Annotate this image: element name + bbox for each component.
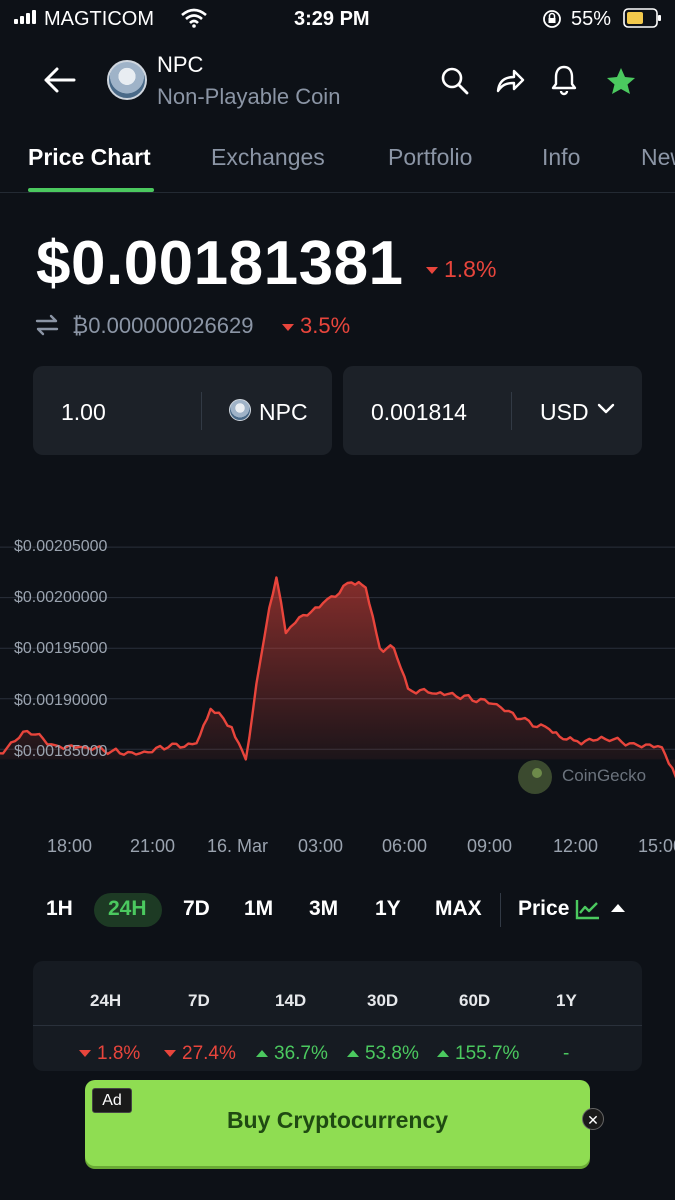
signal-icon bbox=[14, 10, 36, 24]
price-usd-change-value: 1.8% bbox=[444, 256, 497, 282]
caret-up-icon[interactable] bbox=[610, 903, 626, 913]
x-tick-label: 12:00 bbox=[553, 836, 599, 856]
price-usd-change: 1.8% bbox=[426, 256, 496, 283]
price-btc: ₿0.000000026629 bbox=[72, 313, 254, 338]
wifi-icon bbox=[181, 8, 207, 28]
x-tick-label: 21:00 bbox=[130, 836, 176, 856]
tab-news[interactable]: New bbox=[641, 144, 675, 171]
perf-value-text: 36.7% bbox=[274, 1043, 328, 1064]
coin-name: Non-Playable Coin bbox=[157, 84, 341, 109]
coin-logo bbox=[107, 60, 147, 100]
divider bbox=[500, 893, 501, 927]
timeframe-3m[interactable]: 3M bbox=[309, 897, 338, 921]
perf-header: 7D bbox=[188, 991, 210, 1010]
x-tick-label: 15:00 bbox=[638, 836, 675, 856]
converted-value: 0.001814 bbox=[371, 399, 467, 425]
perf-value-24h: 1.8% bbox=[79, 1043, 140, 1065]
chart-mode-toggle[interactable]: Price bbox=[518, 897, 569, 921]
perf-value-1y: - bbox=[563, 1043, 570, 1064]
chevron-down-icon[interactable] bbox=[597, 403, 615, 415]
timeframe-1y[interactable]: 1Y bbox=[375, 897, 401, 921]
close-icon[interactable]: ✕ bbox=[582, 1108, 604, 1130]
price-usd: $0.00181381 bbox=[36, 229, 404, 298]
tab-price-chart[interactable]: Price Chart bbox=[28, 144, 151, 171]
tab-news-clip: New bbox=[641, 140, 675, 180]
coingecko-watermark: CoinGecko bbox=[562, 766, 647, 785]
x-tick-label: 06:00 bbox=[382, 836, 428, 856]
perf-header: 24H bbox=[90, 991, 122, 1010]
favorite-star-icon[interactable] bbox=[606, 67, 636, 95]
perf-value-14d: 36.7% bbox=[256, 1043, 328, 1065]
tab-info[interactable]: Info bbox=[542, 144, 580, 171]
ad-cta[interactable]: Buy Cryptocurrency bbox=[85, 1107, 590, 1134]
battery-icon bbox=[623, 8, 661, 28]
perf-header: 30D bbox=[367, 991, 399, 1010]
line-chart-icon[interactable] bbox=[575, 898, 601, 920]
perf-value-text: 53.8% bbox=[365, 1043, 419, 1064]
swap-icon bbox=[35, 314, 59, 336]
share-icon[interactable] bbox=[495, 68, 525, 94]
perf-value-text: 27.4% bbox=[182, 1043, 236, 1064]
y-tick-label: $0.00190000 bbox=[14, 692, 108, 709]
x-tick-label: 09:00 bbox=[467, 836, 513, 856]
perf-value-text: 155.7% bbox=[455, 1043, 520, 1064]
status-bar: MAGTICOM 3:29 PM 55% bbox=[0, 0, 675, 38]
perf-header: 1Y bbox=[556, 991, 577, 1010]
converter-coin-symbol: NPC bbox=[259, 399, 308, 425]
y-tick-label: $0.00205000 bbox=[14, 538, 108, 555]
coin-small-icon bbox=[229, 399, 251, 421]
perf-header: 14D bbox=[275, 991, 307, 1010]
tab-divider bbox=[0, 192, 675, 193]
perf-value-60d: 155.7% bbox=[437, 1043, 519, 1065]
divider bbox=[201, 392, 202, 430]
converter-coin-box[interactable]: 1.00 NPC bbox=[33, 366, 332, 455]
timeframe-7d[interactable]: 7D bbox=[183, 897, 210, 921]
battery-percent: 55% bbox=[571, 8, 612, 30]
down-triangle-icon bbox=[79, 1050, 91, 1058]
rotation-lock-icon bbox=[543, 10, 561, 28]
coingecko-logo bbox=[518, 760, 552, 794]
price-btc-change-value: 3.5% bbox=[300, 313, 351, 338]
bell-icon[interactable] bbox=[550, 64, 578, 96]
timeframe-max[interactable]: MAX bbox=[435, 897, 482, 921]
timeframe-1m[interactable]: 1M bbox=[244, 897, 273, 921]
x-tick-label: 16. Mar bbox=[207, 836, 269, 856]
y-tick-label: $0.00195000 bbox=[14, 640, 108, 657]
y-tick-label: $0.00200000 bbox=[14, 589, 108, 606]
coin-symbol: NPC bbox=[157, 52, 204, 77]
carrier-name: MAGTICOM bbox=[44, 8, 154, 30]
divider bbox=[33, 1025, 642, 1026]
perf-value-30d: 53.8% bbox=[347, 1043, 419, 1065]
x-tick-label: 03:00 bbox=[298, 836, 344, 856]
x-tick-label: 18:00 bbox=[47, 836, 93, 856]
currency-select[interactable]: USD bbox=[540, 399, 589, 426]
tab-portfolio[interactable]: Portfolio bbox=[388, 144, 472, 171]
up-triangle-icon bbox=[347, 1050, 359, 1058]
amount-input[interactable]: 1.00 bbox=[61, 399, 106, 426]
price-btc-change: 3.5% bbox=[282, 313, 350, 339]
divider bbox=[511, 392, 512, 430]
converter-currency-box[interactable]: 0.001814 USD bbox=[343, 366, 642, 455]
y-tick-label: $0.00185000 bbox=[14, 743, 108, 760]
perf-header: 60D bbox=[459, 991, 491, 1010]
perf-value-text: 1.8% bbox=[97, 1043, 141, 1064]
timeframe-24h[interactable]: 24H bbox=[108, 897, 147, 921]
down-triangle-icon bbox=[164, 1050, 176, 1058]
x-tick-clip: 15:00 bbox=[638, 830, 675, 860]
down-triangle-icon bbox=[282, 323, 294, 331]
clock: 3:29 PM bbox=[294, 8, 370, 30]
tab-exchanges[interactable]: Exchanges bbox=[211, 144, 325, 171]
perf-value-7d: 27.4% bbox=[164, 1043, 236, 1065]
up-triangle-icon bbox=[437, 1050, 449, 1058]
down-triangle-icon bbox=[426, 267, 438, 275]
up-triangle-icon bbox=[256, 1050, 268, 1058]
search-icon[interactable] bbox=[440, 66, 470, 96]
back-arrow-icon[interactable] bbox=[42, 66, 76, 94]
timeframe-1h[interactable]: 1H bbox=[46, 897, 73, 921]
